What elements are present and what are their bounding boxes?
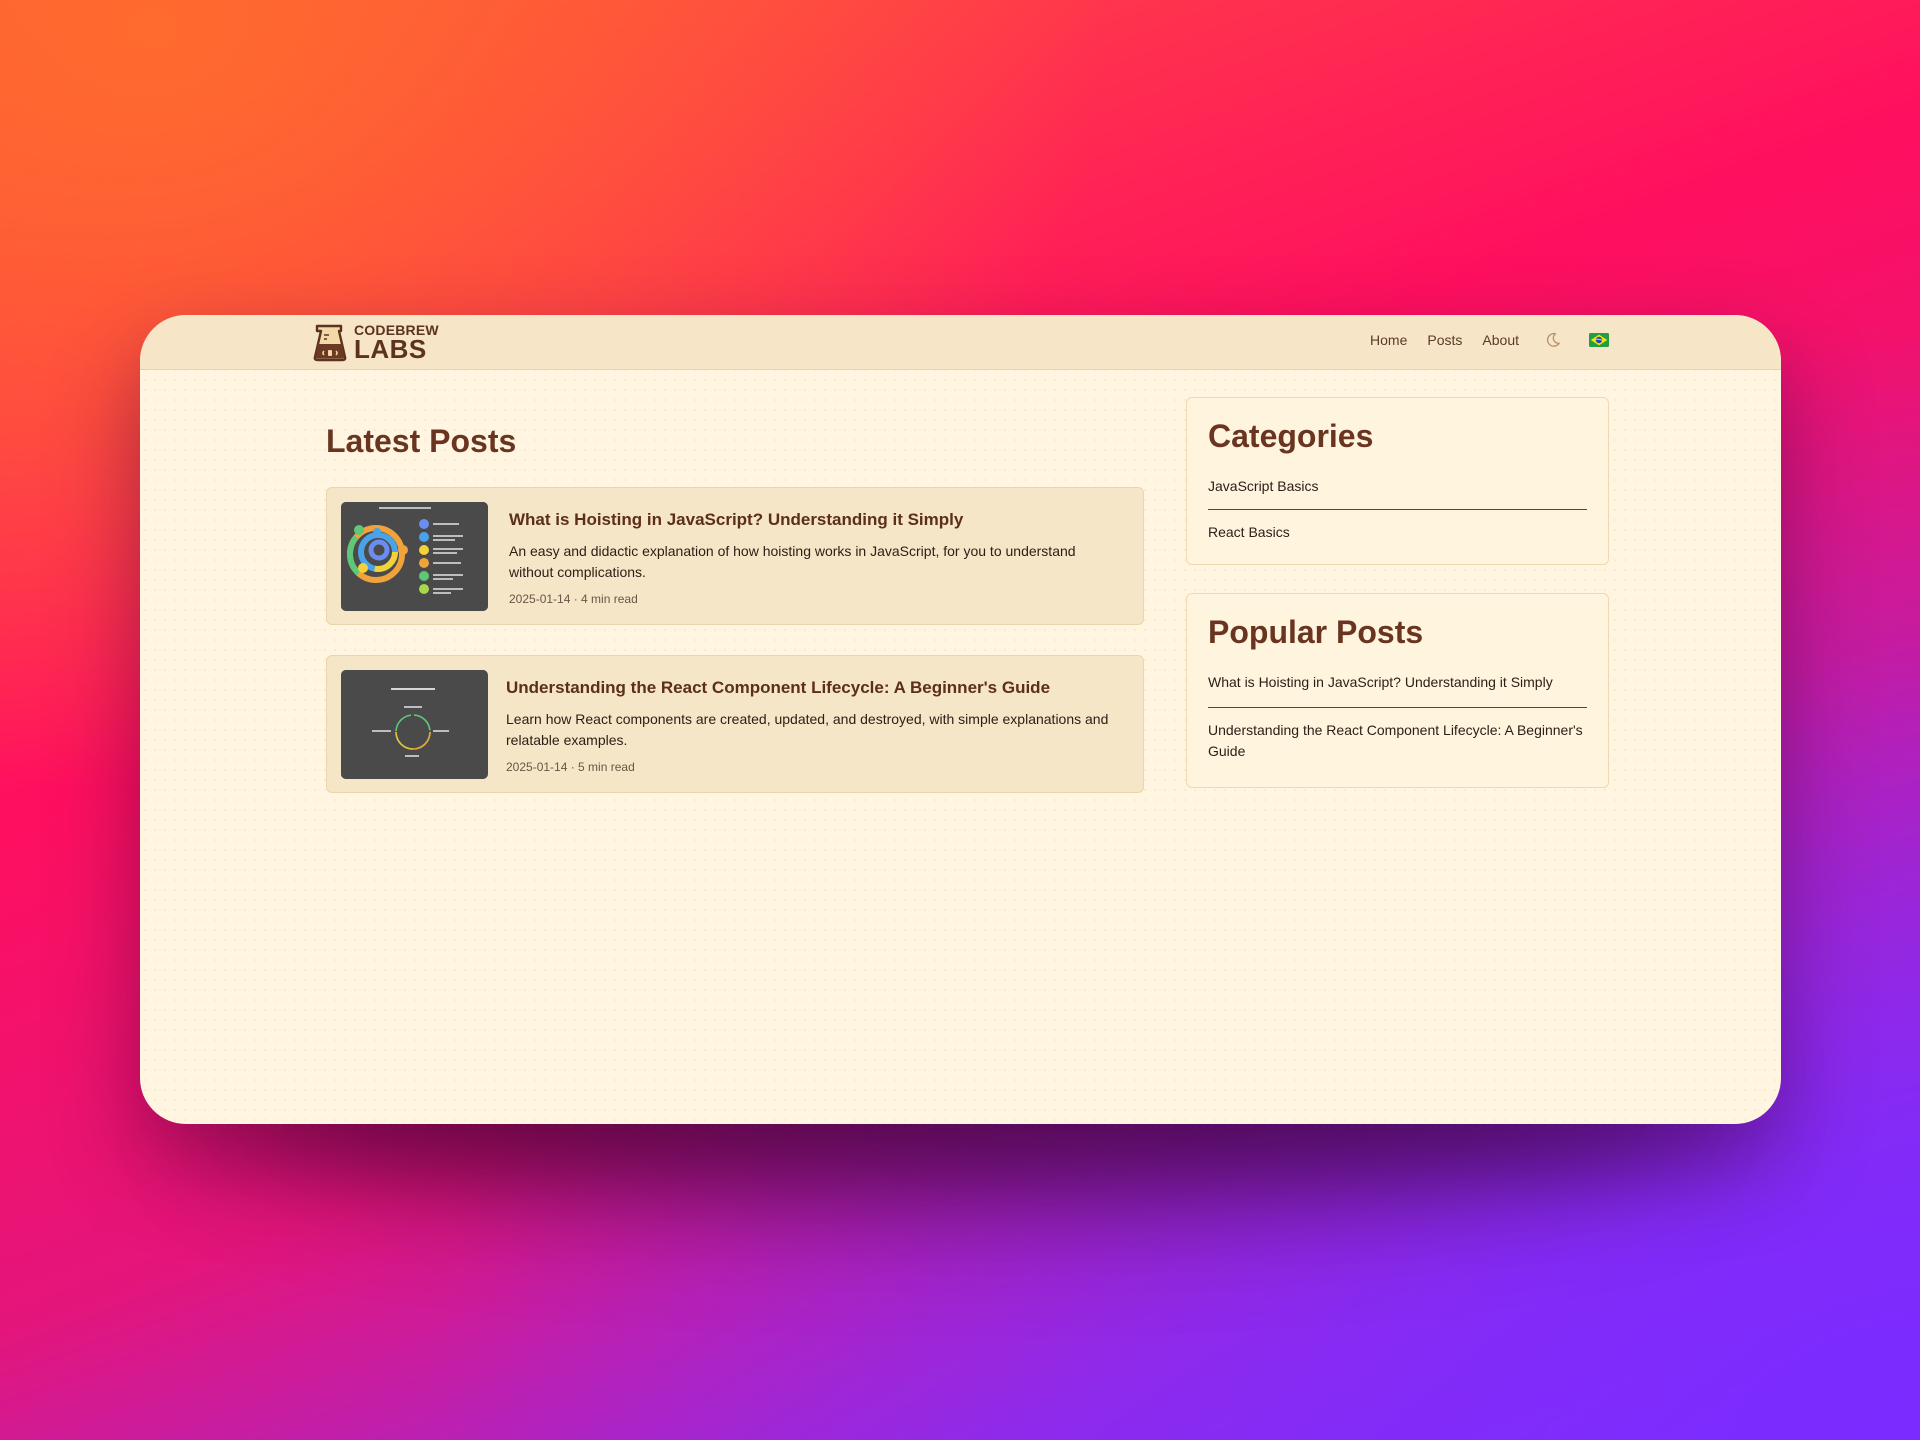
logo-wordmark: CODEBREW LABS xyxy=(354,323,439,362)
post-thumbnail[interactable] xyxy=(341,502,488,611)
popular-posts-heading: Popular Posts xyxy=(1208,614,1424,650)
popular-posts-list: What is Hoisting in JavaScript? Understa… xyxy=(1208,672,1587,762)
nav-home[interactable]: Home xyxy=(1370,332,1407,348)
post-description: An easy and didactic explanation of how … xyxy=(509,543,1076,580)
hoisting-diagram-image xyxy=(341,502,488,611)
post-thumbnail[interactable] xyxy=(341,670,488,779)
moon-icon[interactable] xyxy=(1545,332,1561,348)
post-body: Understanding the React Component Lifecy… xyxy=(506,676,1123,774)
post-title[interactable]: Understanding the React Component Lifecy… xyxy=(506,678,1123,698)
category-link[interactable]: React Basics xyxy=(1208,522,1587,543)
site-logo[interactable]: CODEBREW LABS xyxy=(312,323,439,362)
nav-about[interactable]: About xyxy=(1482,332,1519,348)
browser-window: CODEBREW LABS Home Posts About Latest Po… xyxy=(140,315,1781,1124)
category-link[interactable]: JavaScript Basics xyxy=(1208,476,1587,497)
main-nav: Home Posts About xyxy=(1370,332,1609,348)
divider xyxy=(1208,509,1587,510)
post-meta: 2025-01-14 · 5 min read xyxy=(506,760,635,774)
categories-list: JavaScript Basics React Basics xyxy=(1208,476,1587,543)
divider xyxy=(1208,707,1587,708)
navbar: CODEBREW LABS Home Posts About xyxy=(140,315,1781,370)
categories-heading: Categories xyxy=(1208,418,1374,454)
post-title[interactable]: What is Hoisting in JavaScript? Understa… xyxy=(509,510,1123,530)
popular-posts-card: Popular Posts What is Hoisting in JavaSc… xyxy=(1186,593,1609,788)
post-meta: 2025-01-14 · 4 min read xyxy=(509,592,638,606)
categories-card: Categories JavaScript Basics React Basic… xyxy=(1186,397,1609,565)
latest-posts-heading: Latest Posts xyxy=(326,423,517,459)
post-description: Learn how React components are created, … xyxy=(506,711,1109,748)
brazil-flag-icon[interactable] xyxy=(1589,333,1609,347)
popular-post-link[interactable]: Understanding the React Component Lifecy… xyxy=(1208,720,1587,762)
post-card[interactable]: Understanding the React Component Lifecy… xyxy=(326,655,1144,793)
logo-line-2: LABS xyxy=(354,334,427,364)
popular-post-link[interactable]: What is Hoisting in JavaScript? Understa… xyxy=(1208,672,1587,693)
beaker-icon xyxy=(313,324,347,361)
lifecycle-diagram-image xyxy=(341,670,485,779)
post-body: What is Hoisting in JavaScript? Understa… xyxy=(509,508,1123,606)
post-card[interactable]: What is Hoisting in JavaScript? Understa… xyxy=(326,487,1144,625)
nav-posts[interactable]: Posts xyxy=(1427,332,1462,348)
